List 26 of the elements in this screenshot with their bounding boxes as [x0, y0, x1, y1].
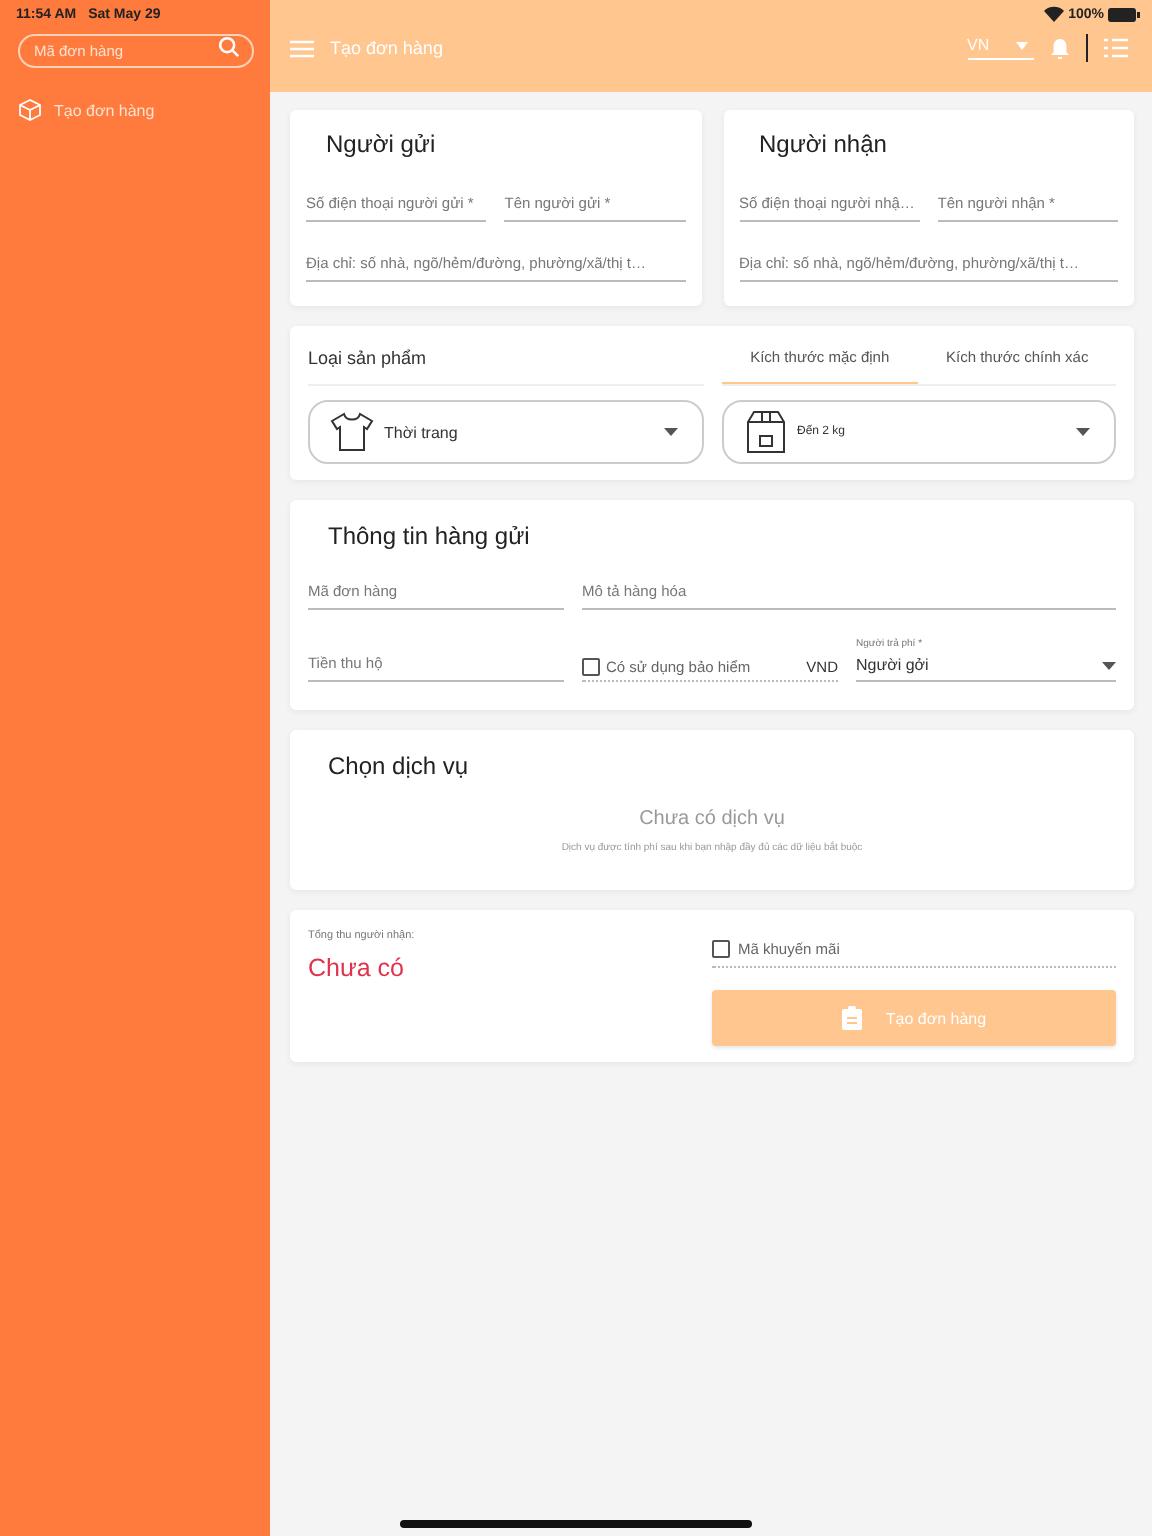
category-select[interactable]: Thời trang [308, 400, 703, 464]
page-title: Tạo đơn hàng [330, 38, 443, 58]
card-title: Chọn dịch vụ [328, 752, 471, 780]
card-title: Người nhận [759, 130, 889, 158]
card-title: Người gửi [326, 130, 438, 158]
caret-icon [1102, 661, 1116, 669]
package-icon [743, 410, 787, 454]
promo-checkbox[interactable] [712, 940, 730, 958]
caret-icon [663, 428, 677, 436]
caret-icon [1015, 41, 1027, 49]
menu-icon[interactable] [290, 39, 314, 57]
search-icon [218, 36, 240, 58]
product-type-label: Loại sản phẩm [308, 338, 703, 386]
insurance-checkbox[interactable] [582, 658, 600, 676]
battery-icon [1108, 7, 1140, 21]
payer-select[interactable]: Người gởi [856, 650, 1116, 682]
list-icon[interactable] [1104, 38, 1128, 58]
wifi-icon [1044, 6, 1065, 22]
clipboard-icon [841, 1006, 862, 1030]
total-value: Chưa có [308, 954, 406, 982]
caret-icon [1076, 428, 1090, 436]
box-icon [18, 98, 42, 122]
tshirt-icon [330, 412, 374, 452]
bell-icon[interactable] [1049, 37, 1069, 59]
empty-title: Chưa có dịch vụ [637, 808, 787, 830]
card-title: Thông tin hàng gửi [328, 522, 532, 550]
